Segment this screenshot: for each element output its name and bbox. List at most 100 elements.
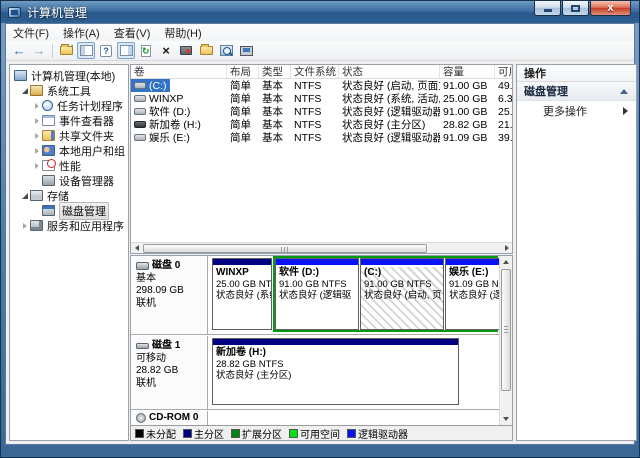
tree-item-shared-folders[interactable]: 共享文件夹 [10,128,128,143]
logical-drive-bar [276,259,358,266]
window-title: 计算机管理 [27,4,87,21]
logical-drive-bar [446,259,499,266]
primary-partition-bar [213,339,458,346]
maximize-button[interactable] [562,1,589,16]
horizontal-scrollbar[interactable] [131,242,512,253]
back-icon[interactable]: ← [10,42,28,59]
delete-icon[interactable]: × [157,42,175,59]
tree-item-system-tools[interactable]: 系统工具 [10,83,128,98]
close-button[interactable]: x [590,1,631,16]
title-bar: 计算机管理 x [1,1,639,23]
disk-1-label[interactable]: 磁盘 1 可移动 28.82 GB 联机 [131,336,208,409]
column-volume[interactable]: 卷 [131,65,227,78]
find-icon[interactable] [217,42,235,59]
expander-collapsed-icon[interactable] [32,103,42,109]
actions-header: 操作 [517,65,636,82]
menu-help[interactable]: 帮助(H) [157,24,208,42]
disk-0-label[interactable]: 磁盘 0 基本 298.09 GB 联机 [131,256,208,334]
selected-volume-cell[interactable]: (C:) [131,79,170,92]
disk-1-partitions: 新加卷 (H:) 28.82 GB NTFS 状态良好 (主分区) [210,336,499,409]
computer-management-window: 计算机管理 x 文件(F) 操作(A) 查看(V) 帮助(H) ← → ↑ ? [0,0,640,458]
menu-file[interactable]: 文件(F) [6,24,56,42]
scroll-left-button[interactable] [131,243,142,253]
horizontal-scrollbar-thumb[interactable] [143,244,427,253]
vertical-scrollbar[interactable] [499,256,512,425]
vertical-scrollbar-thumb[interactable] [501,269,511,391]
tree-item-task-scheduler[interactable]: 任务计划程序 [10,98,128,113]
tree-item-performance[interactable]: 性能 [10,158,128,173]
partition-e[interactable]: 娱乐 (E:) 91.09 GB NTFS 状态良好 (逻辑驱 [445,258,500,330]
more-actions-item[interactable]: 更多操作 [517,101,636,120]
cdrom-0-label[interactable]: CD-ROM 0 DVD (F:) [131,411,208,425]
computer-management-icon [14,70,27,81]
disk-management-icon [42,205,55,216]
column-layout[interactable]: 布局 [227,65,259,78]
forward-icon[interactable]: → [30,42,48,59]
removable-drive-icon [134,121,146,128]
tree-item-device-manager[interactable]: 设备管理器 [10,173,128,188]
column-free-space[interactable]: 可用空 [495,65,512,78]
expander-expanded-icon[interactable] [20,193,30,199]
help-icon[interactable]: ? [97,42,115,59]
expander-collapsed-icon[interactable] [32,148,42,154]
volume-list-pane: 卷 布局 类型 文件系统 状态 容量 可用空 (C:) 简单 基本 NTFS 状… [130,64,513,254]
shared-folders-icon [42,130,55,141]
actions-pane: 操作 磁盘管理 更多操作 [516,64,637,441]
partition-winxp[interactable]: WINXP 25.00 GB NTFS 状态良好 (系统, [212,258,272,330]
task-scheduler-icon [42,100,53,111]
partition-d[interactable]: 软件 (D:) 91.00 GB NTFS 状态良好 (逻辑驱 [275,258,359,330]
event-viewer-icon [42,115,55,126]
volume-list-header: 卷 布局 类型 文件系统 状态 容量 可用空 [131,65,512,79]
collapse-icon[interactable] [620,89,628,94]
column-capacity[interactable]: 容量 [440,65,495,78]
show-action-pane-icon[interactable] [117,42,135,59]
close-icon: x [607,3,613,14]
properties-icon[interactable] [177,42,195,59]
volume-row-c[interactable]: (C:) 简单 基本 NTFS 状态良好 (启动, 页面文件, 故障转储, 逻辑… [131,79,512,92]
device-manager-icon [42,175,55,186]
menu-action[interactable]: 操作(A) [56,24,107,42]
expander-collapsed-icon[interactable] [32,133,42,139]
tree-item-event-viewer[interactable]: 事件查看器 [10,113,128,128]
scroll-up-button[interactable] [500,256,512,268]
expander-collapsed-icon[interactable] [20,223,30,229]
column-type[interactable]: 类型 [259,65,291,78]
expander-collapsed-icon[interactable] [32,163,42,169]
expander-collapsed-icon[interactable] [32,118,42,124]
scroll-right-button[interactable] [501,243,512,253]
tree-item-disk-management[interactable]: 磁盘管理 [10,203,128,218]
console-tree: 计算机管理(本地) 系统工具 任务计划程序 [10,65,128,233]
open-folder-icon[interactable] [197,42,215,59]
local-users-groups-icon [42,145,55,156]
toolbar: ← → ↑ ? ↻ × [6,41,634,61]
minimize-button[interactable] [534,1,561,16]
tree-item-local-users-groups[interactable]: 本地用户和组 [10,143,128,158]
actions-group-disk-management[interactable]: 磁盘管理 [517,82,636,101]
volume-row-e[interactable]: 娱乐 (E:) 简单 基本 NTFS 状态良好 (逻辑驱动器) 91.09 GB… [131,131,512,144]
disk-0-row: 磁盘 0 基本 298.09 GB 联机 WINXP 25.00 GB NTFS [131,256,499,335]
show-console-tree-icon[interactable] [77,42,95,59]
drive-icon [134,82,146,89]
storage-icon [30,190,43,201]
main-area: 计算机管理(本地) 系统工具 任务计划程序 [6,62,634,444]
refresh-icon[interactable]: ↻ [137,42,155,59]
system-tools-icon [30,85,43,96]
expander-expanded-icon[interactable] [20,88,30,94]
menu-view[interactable]: 查看(V) [107,24,158,42]
tree-item-services-applications[interactable]: 服务和应用程序 [10,218,128,233]
partition-legend: 未分配 主分区 扩展分区 可用空间 逻辑驱动器 [131,425,512,440]
manage-computer-icon[interactable] [237,42,255,59]
tree-item-computer-management[interactable]: 计算机管理(本地) [10,68,128,83]
partition-c-selected[interactable]: (C:) 91.00 GB NTFS 状态良好 (启动, 页 [360,258,444,330]
column-status[interactable]: 状态 [339,65,440,78]
export-list-icon[interactable]: ↑ [57,42,75,59]
column-filesystem[interactable]: 文件系统 [291,65,339,78]
primary-partition-bar [213,259,271,266]
console-tree-pane: 计算机管理(本地) 系统工具 任务计划程序 [9,64,129,441]
minimize-icon [544,9,552,12]
legend-primary-partition: 主分区 [183,426,224,441]
tree-item-storage[interactable]: 存储 [10,188,128,203]
scroll-down-button[interactable] [500,413,512,425]
partition-h[interactable]: 新加卷 (H:) 28.82 GB NTFS 状态良好 (主分区) [212,338,459,405]
performance-icon [42,160,55,171]
